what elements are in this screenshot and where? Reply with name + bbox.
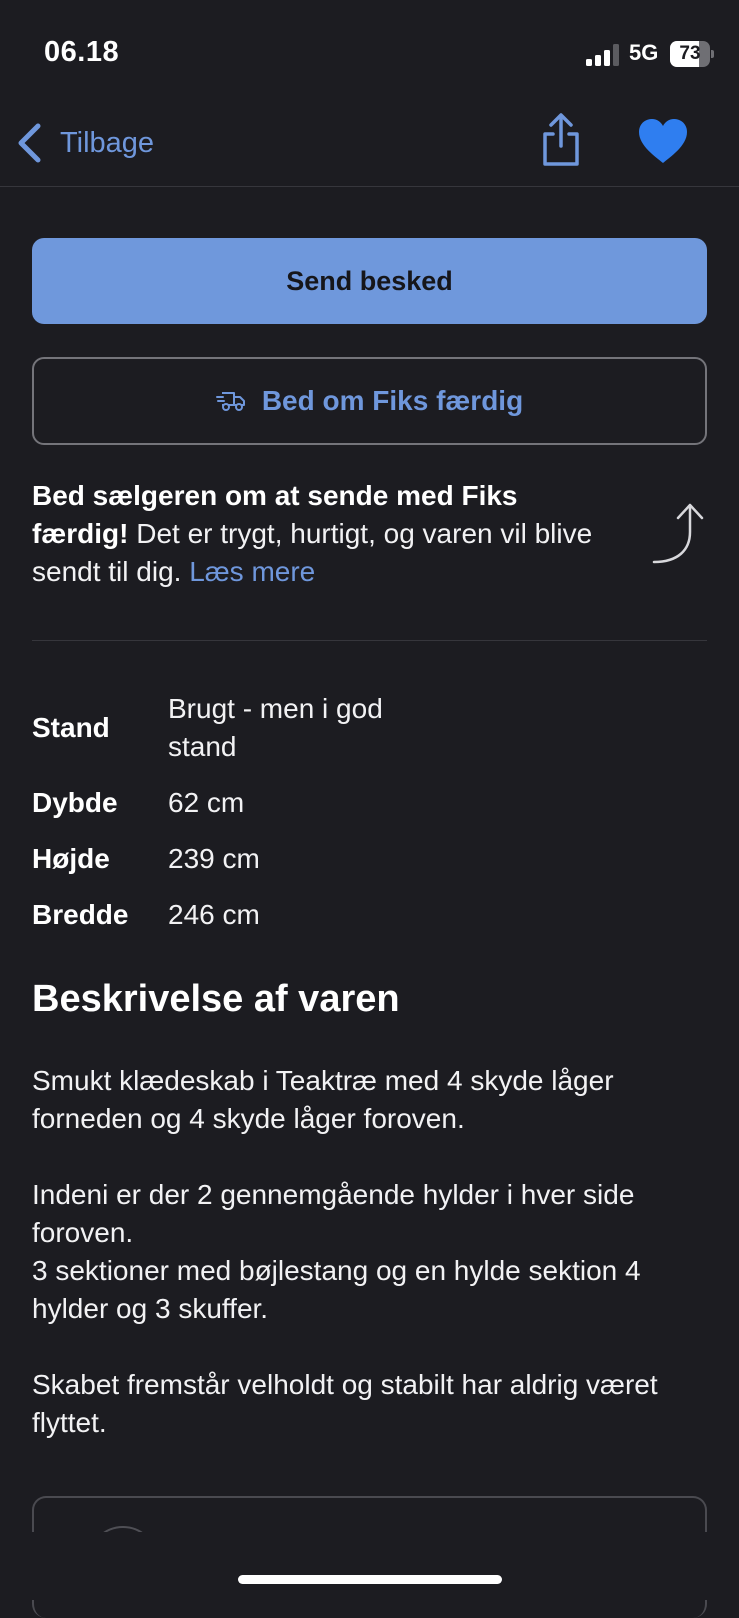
battery-level: 73	[679, 43, 701, 64]
description-paragraph: Smukt klædeskab i Teaktræ med 4 skyde lå…	[32, 1065, 614, 1134]
curved-arrow-icon	[648, 500, 710, 570]
description-paragraph: Skabet fremstår velholdt og stabilt har …	[32, 1369, 658, 1438]
spec-value: Brugt - men i god stand	[168, 693, 383, 762]
bottom-mask	[0, 1532, 739, 1600]
spec-key: Stand	[32, 712, 110, 743]
description-body: Smukt klædeskab i Teaktræ med 4 skyde lå…	[32, 1062, 712, 1480]
spec-row-bredde: Bredde 246 cm	[32, 896, 707, 934]
spec-key: Højde	[32, 843, 110, 874]
spec-value: 239 cm	[168, 843, 260, 874]
signal-strength-icon	[586, 44, 620, 66]
nav-bar: Tilbage	[0, 100, 739, 187]
send-message-button[interactable]: Send besked	[32, 238, 707, 324]
description-paragraph: Indeni er der 2 gennemgående hylder i hv…	[32, 1179, 641, 1324]
battery-icon: 73	[670, 41, 714, 67]
back-label: Tilbage	[60, 126, 155, 159]
share-button[interactable]	[538, 112, 584, 168]
fiks-button[interactable]: Bed om Fiks færdig	[32, 357, 707, 445]
spec-value: 62 cm	[168, 787, 245, 818]
heart-icon	[636, 119, 690, 170]
back-button[interactable]: Tilbage	[16, 120, 154, 166]
home-indicator	[238, 1575, 502, 1584]
fiks-label: Bed om Fiks færdig	[261, 385, 524, 416]
spec-key: Dybde	[32, 787, 118, 818]
divider	[32, 640, 707, 641]
favorite-button[interactable]	[636, 116, 690, 166]
spec-row-dybde: Dybde 62 cm	[32, 784, 707, 822]
read-more-link[interactable]: Læs mere	[189, 556, 315, 587]
delivery-truck-icon	[215, 390, 246, 412]
share-icon	[538, 113, 584, 172]
spec-row-stand: Stand Brugt - men i god stand	[32, 690, 707, 766]
item-specs: Stand Brugt - men i god stand Dybde 62 c…	[32, 690, 707, 952]
send-message-label: Send besked	[286, 265, 453, 296]
fiks-info-text: Bed sælgeren om at sende med Fiks færdig…	[32, 477, 612, 591]
chevron-left-icon	[16, 120, 46, 166]
description-title: Beskrivelse af varen	[32, 978, 400, 1020]
status-bar: 06.18 5G 73	[0, 0, 739, 100]
spec-row-hojde: Højde 239 cm	[32, 840, 707, 878]
spec-key: Bredde	[32, 899, 129, 930]
status-time: 06.18	[44, 36, 120, 68]
spec-value: 246 cm	[168, 899, 260, 930]
network-type: 5G	[629, 40, 659, 65]
